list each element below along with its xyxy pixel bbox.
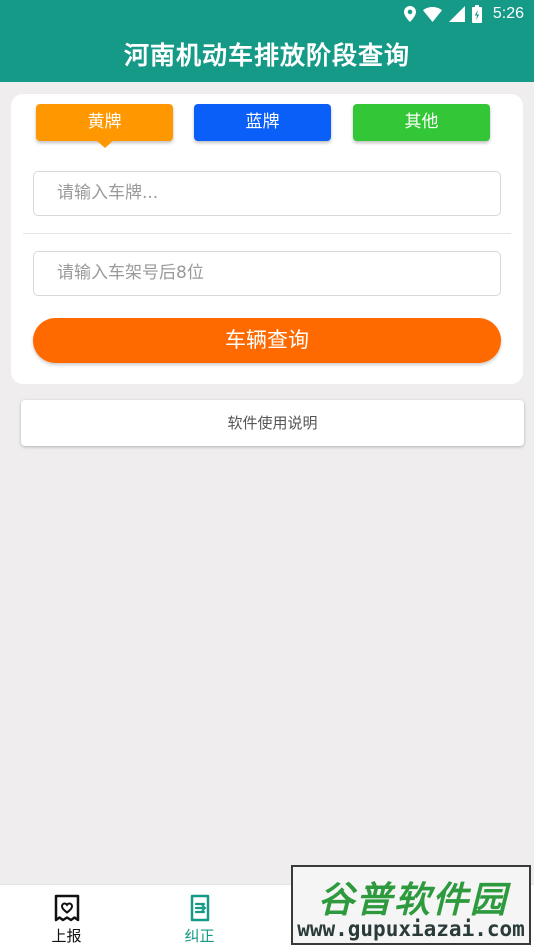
query-card: 黄牌 蓝牌 其他 请输入车牌... 请输入车架号后8位 车辆查询	[11, 94, 523, 384]
usage-instructions-button[interactable]: 软件使用说明	[21, 400, 524, 446]
tab-other-plate[interactable]: 其他	[353, 104, 490, 141]
receipt-icon	[54, 894, 79, 922]
selected-tab-pointer	[96, 140, 114, 148]
watermark-url: www.gupuxiazai.com	[297, 917, 525, 941]
tab-yellow-plate[interactable]: 黄牌	[36, 104, 173, 141]
nav-item-correct[interactable]: 纠正	[133, 885, 266, 950]
status-bar: 5:26	[0, 0, 534, 28]
watermark-logo: 谷普软件园 www.gupuxiazai.com	[291, 865, 531, 945]
status-icons: 5:26	[403, 3, 524, 25]
signal-icon	[448, 6, 465, 22]
nav-label-report: 上报	[51, 927, 82, 945]
top-bar: 5:26 河南机动车排放阶段查询	[0, 0, 534, 82]
vin-input[interactable]: 请输入车架号后8位	[33, 251, 501, 296]
plate-number-input[interactable]: 请输入车牌...	[33, 171, 501, 216]
divider	[23, 233, 511, 234]
vehicle-query-button[interactable]: 车辆查询	[33, 318, 501, 363]
watermark-name: 谷普软件园	[317, 880, 508, 921]
status-time: 5:26	[492, 5, 524, 22]
location-icon	[403, 6, 416, 22]
nav-item-report[interactable]: 上报	[0, 885, 133, 950]
document-edit-icon	[190, 894, 209, 922]
battery-icon	[471, 5, 482, 23]
app-title: 河南机动车排放阶段查询	[123, 41, 410, 70]
screen: 5:26 河南机动车排放阶段查询 黄牌 蓝牌 其他 请输入车牌... 请输入车架…	[0, 0, 534, 950]
tab-blue-plate[interactable]: 蓝牌	[194, 104, 331, 141]
wifi-icon	[422, 6, 442, 22]
nav-label-correct: 纠正	[184, 927, 215, 945]
